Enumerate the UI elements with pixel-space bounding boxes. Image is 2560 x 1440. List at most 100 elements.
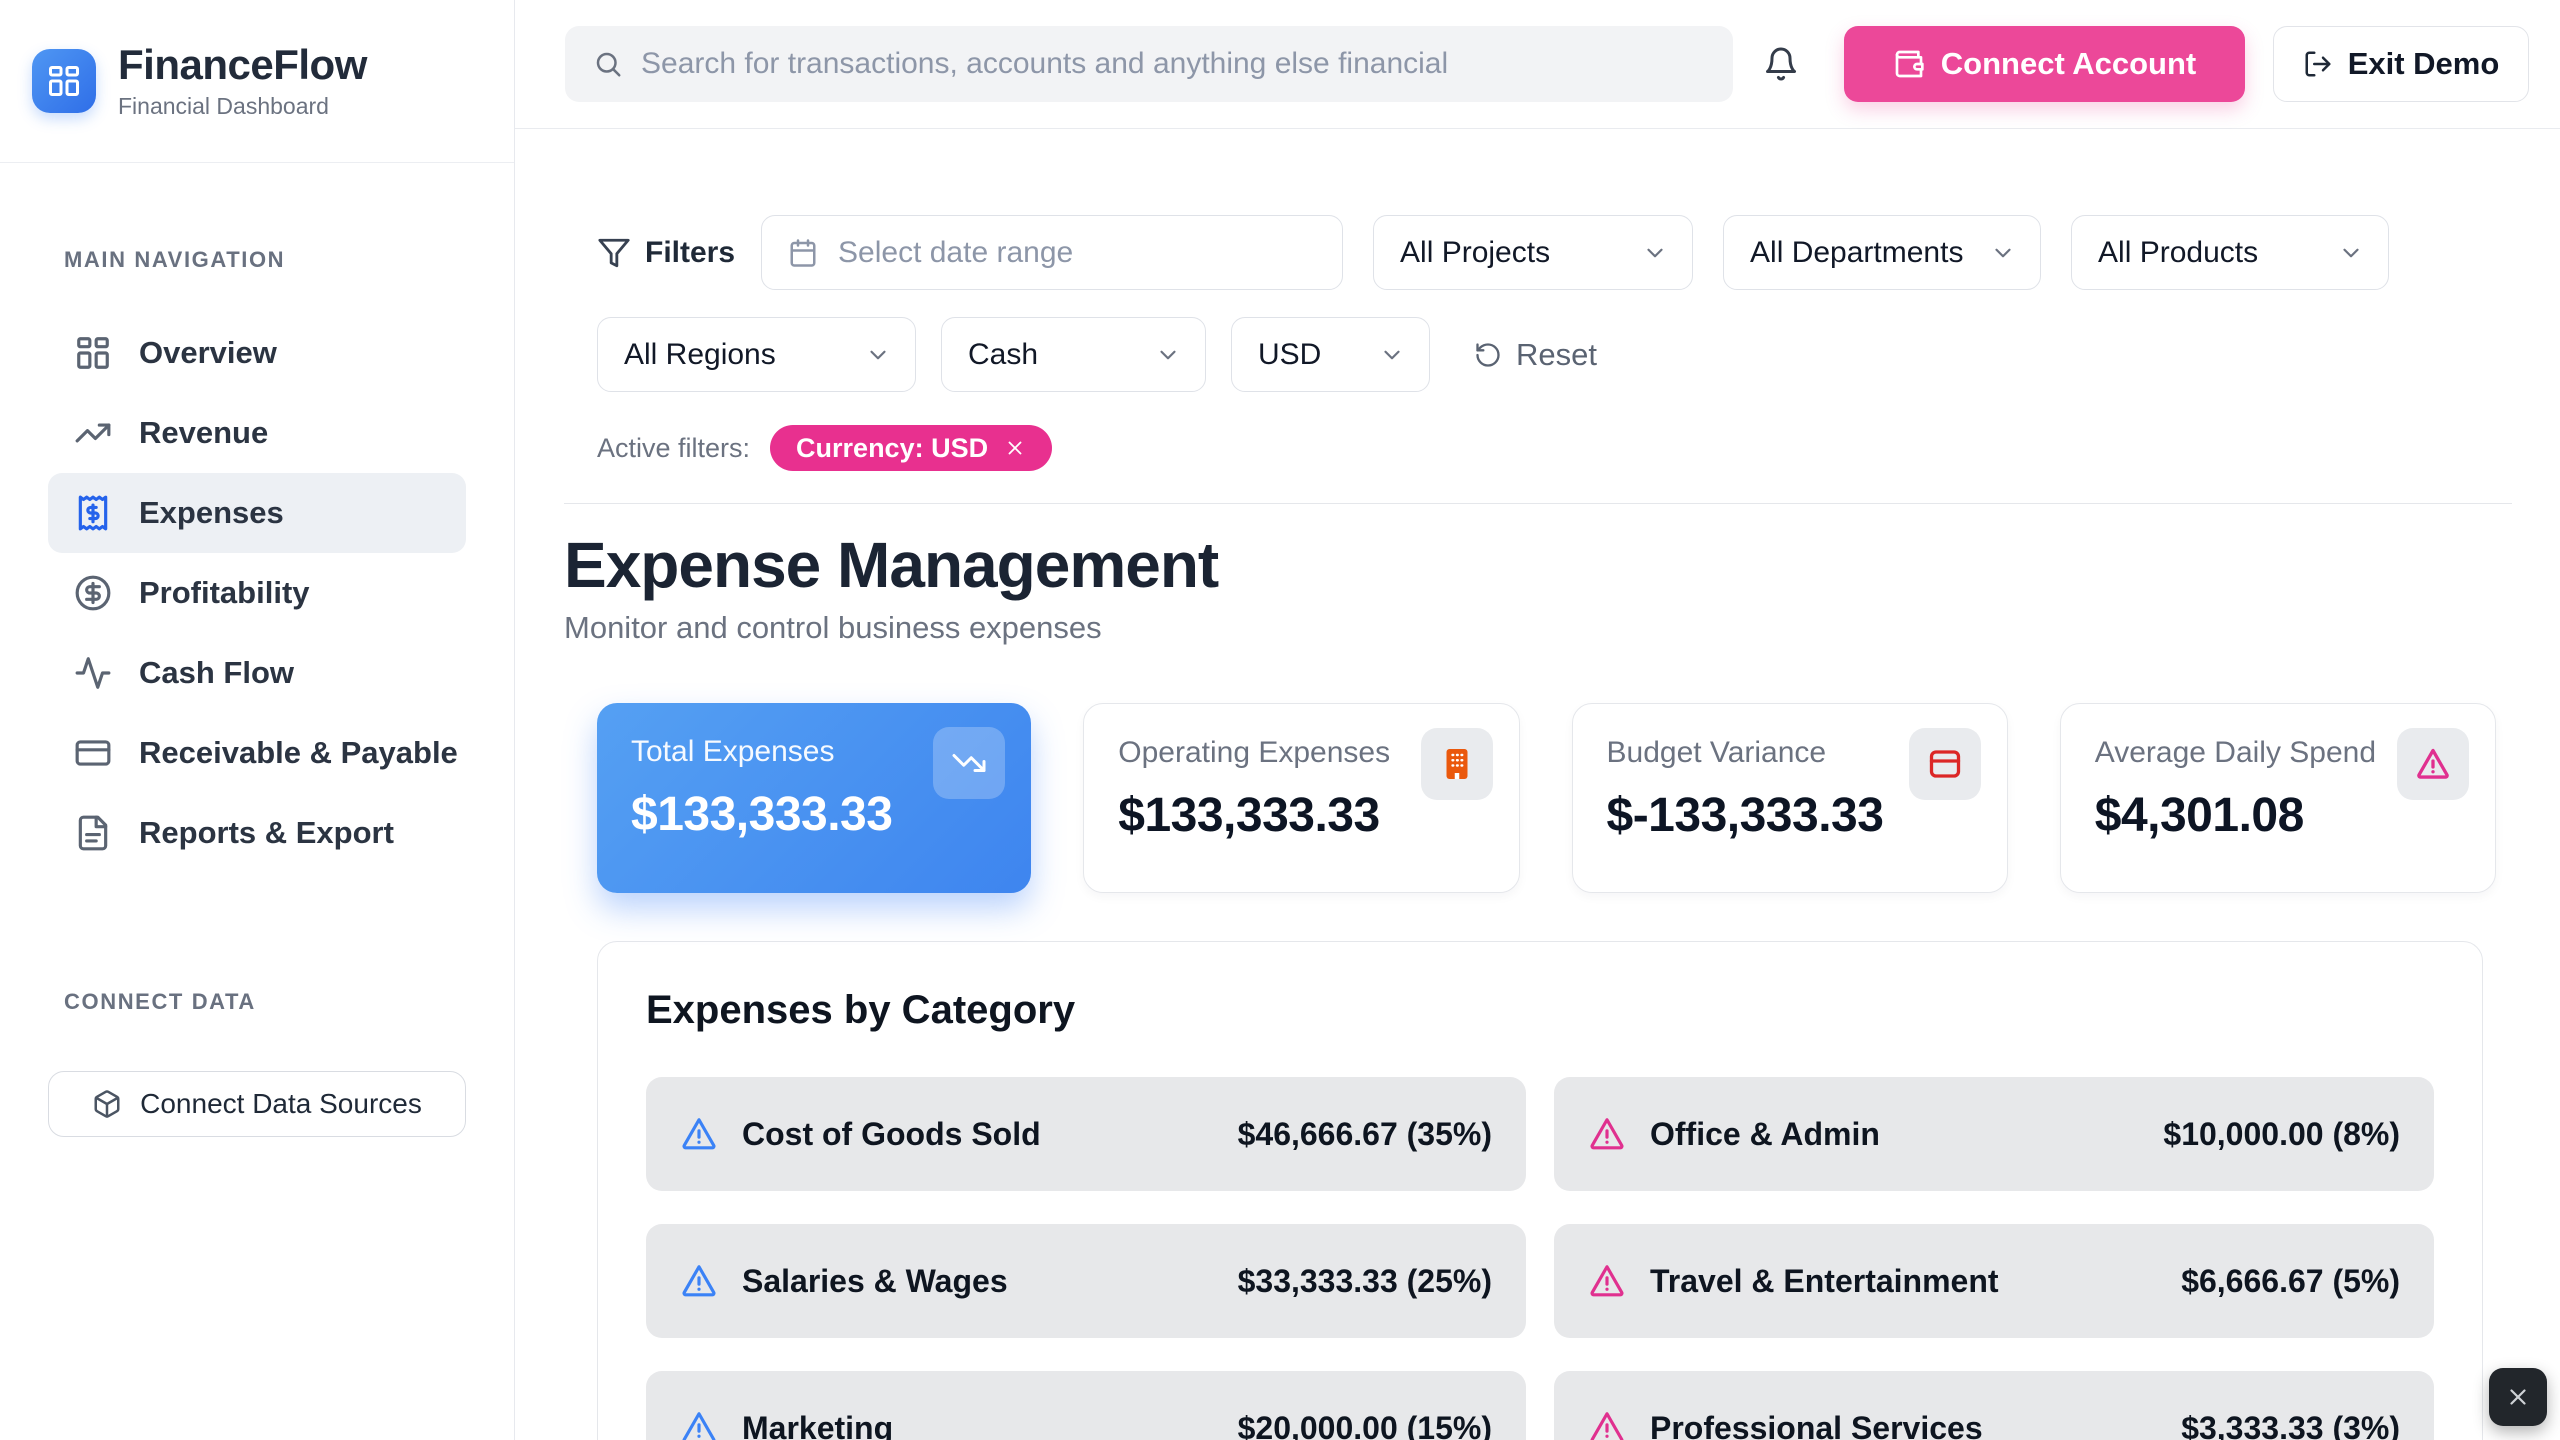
cube-icon <box>92 1089 122 1119</box>
alert-triangle-icon <box>1588 1409 1626 1440</box>
global-search <box>565 26 1733 102</box>
category-row-travel-entertainment: Travel & Entertainment $6,666.67 (5%) <box>1554 1224 2434 1338</box>
category-amount: $3,333.33 (3%) <box>2181 1410 2400 1440</box>
section-divider <box>564 503 2512 504</box>
stat-card-budget-variance: Budget Variance $-133,333.33 <box>1572 703 2008 893</box>
category-name: Office & Admin <box>1650 1116 1880 1153</box>
category-amount: $6,666.67 (5%) <box>2181 1263 2400 1300</box>
exit-demo-label: Exit Demo <box>2348 46 2500 82</box>
credit-card-icon <box>74 734 112 772</box>
products-select-value: All Products <box>2098 236 2258 270</box>
exit-demo-button[interactable]: Exit Demo <box>2273 26 2529 102</box>
filters-title: Filters <box>597 236 735 270</box>
sidebar-item-overview[interactable]: Overview <box>48 313 466 393</box>
search-icon <box>593 49 623 79</box>
calendar-icon <box>788 238 818 268</box>
category-name: Marketing <box>742 1410 893 1440</box>
filters-block: Filters All Projects All Departments <box>597 215 2512 471</box>
sidebar-item-label: Receivable & Payable <box>139 735 458 771</box>
products-select[interactable]: All Products <box>2071 215 2389 290</box>
chevron-down-icon <box>1379 342 1405 368</box>
search-input[interactable] <box>641 47 1705 81</box>
date-range-field[interactable] <box>838 236 1316 270</box>
stat-icon-chip <box>1421 728 1493 800</box>
brand-logo <box>32 49 96 113</box>
page-subtitle: Monitor and control business expenses <box>564 610 2512 646</box>
reset-filters-button[interactable]: Reset <box>1474 337 1597 373</box>
chevron-down-icon <box>2338 240 2364 266</box>
close-widget-button[interactable] <box>2489 1368 2547 1426</box>
category-name: Travel & Entertainment <box>1650 1263 1999 1300</box>
chevron-down-icon <box>1990 240 2016 266</box>
connect-data-sources-button[interactable]: Connect Data Sources <box>48 1071 466 1137</box>
category-amount: $33,333.33 (25%) <box>1238 1263 1492 1300</box>
notifications-button[interactable] <box>1763 44 1799 84</box>
alert-triangle-icon <box>1588 1115 1626 1153</box>
departments-select-value: All Departments <box>1750 236 1963 270</box>
reset-label: Reset <box>1516 337 1597 373</box>
circle-dollar-icon <box>74 574 112 612</box>
main-area: Connect Account Exit Demo Filters <box>515 0 2560 1440</box>
trending-down-icon <box>951 745 987 781</box>
sidebar-item-cash-flow[interactable]: Cash Flow <box>48 633 466 713</box>
payment-method-select[interactable]: Cash <box>941 317 1206 392</box>
regions-select[interactable]: All Regions <box>597 317 916 392</box>
building-icon <box>1439 746 1475 782</box>
active-filters-label: Active filters: <box>597 433 750 464</box>
sidebar-item-label: Cash Flow <box>139 655 294 691</box>
close-icon <box>2505 1384 2531 1410</box>
sidebar-item-receivable-payable[interactable]: Receivable & Payable <box>48 713 466 793</box>
logout-icon <box>2303 49 2333 79</box>
category-row-marketing: Marketing $20,000.00 (15%) <box>646 1371 1526 1440</box>
rotate-ccw-icon <box>1474 341 1502 369</box>
close-icon[interactable] <box>1004 437 1026 459</box>
file-text-icon <box>74 814 112 852</box>
category-row-salaries-wages: Salaries & Wages $33,333.33 (25%) <box>646 1224 1526 1338</box>
projects-select[interactable]: All Projects <box>1373 215 1693 290</box>
chevron-down-icon <box>865 342 891 368</box>
active-filter-chip-label: Currency: USD <box>796 433 988 464</box>
app-root: FinanceFlow Financial Dashboard MAIN NAV… <box>0 0 2560 1440</box>
content: Filters All Projects All Departments <box>515 129 2560 1440</box>
connect-account-label: Connect Account <box>1941 46 2196 82</box>
projects-select-value: All Projects <box>1400 236 1550 270</box>
category-amount: $46,666.67 (35%) <box>1238 1116 1492 1153</box>
sidebar-item-profitability[interactable]: Profitability <box>48 553 466 633</box>
category-amount: $20,000.00 (15%) <box>1238 1410 1492 1440</box>
connect-account-button[interactable]: Connect Account <box>1844 26 2245 102</box>
date-range-input[interactable] <box>761 215 1343 290</box>
filter-row-1: Filters All Projects All Departments <box>597 215 2512 290</box>
sidebar-item-revenue[interactable]: Revenue <box>48 393 466 473</box>
connect-data-sources-label: Connect Data Sources <box>140 1088 422 1120</box>
currency-select[interactable]: USD <box>1231 317 1430 392</box>
departments-select[interactable]: All Departments <box>1723 215 2041 290</box>
brand-header: FinanceFlow Financial Dashboard <box>0 0 514 163</box>
panel-title: Expenses by Category <box>646 988 2434 1033</box>
sidebar-item-expenses[interactable]: Expenses <box>48 473 466 553</box>
sidebar-item-reports-export[interactable]: Reports & Export <box>48 793 466 873</box>
currency-select-value: USD <box>1258 338 1321 372</box>
sidebar: FinanceFlow Financial Dashboard MAIN NAV… <box>0 0 515 1440</box>
trending-up-icon <box>74 414 112 452</box>
filters-title-label: Filters <box>645 236 735 270</box>
stats-row: Total Expenses $133,333.33 Operating Exp… <box>597 703 2496 893</box>
filter-row-2: All Regions Cash USD Reset <box>597 317 2512 392</box>
sidebar-item-label: Profitability <box>139 575 310 611</box>
chevron-down-icon <box>1642 240 1668 266</box>
category-name: Professional Services <box>1650 1410 1983 1440</box>
stat-card-total-expenses: Total Expenses $133,333.33 <box>597 703 1031 893</box>
alert-triangle-icon <box>680 1115 718 1153</box>
category-row-professional-services: Professional Services $3,333.33 (3%) <box>1554 1371 2434 1440</box>
activity-icon <box>74 654 112 692</box>
stat-icon-chip <box>933 727 1005 799</box>
main-navigation: Overview Revenue Expenses Profitability … <box>0 313 514 873</box>
active-filter-chip-currency[interactable]: Currency: USD <box>770 425 1052 471</box>
alert-triangle-icon <box>2415 746 2451 782</box>
category-grid: Cost of Goods Sold $46,666.67 (35%) Offi… <box>646 1077 2434 1440</box>
category-row-office-admin: Office & Admin $10,000.00 (8%) <box>1554 1077 2434 1191</box>
payment-method-select-value: Cash <box>968 338 1038 372</box>
brand-tagline: Financial Dashboard <box>118 93 367 120</box>
regions-select-value: All Regions <box>624 338 776 372</box>
chevron-down-icon <box>1155 342 1181 368</box>
dashboard-grid-icon <box>46 63 82 99</box>
